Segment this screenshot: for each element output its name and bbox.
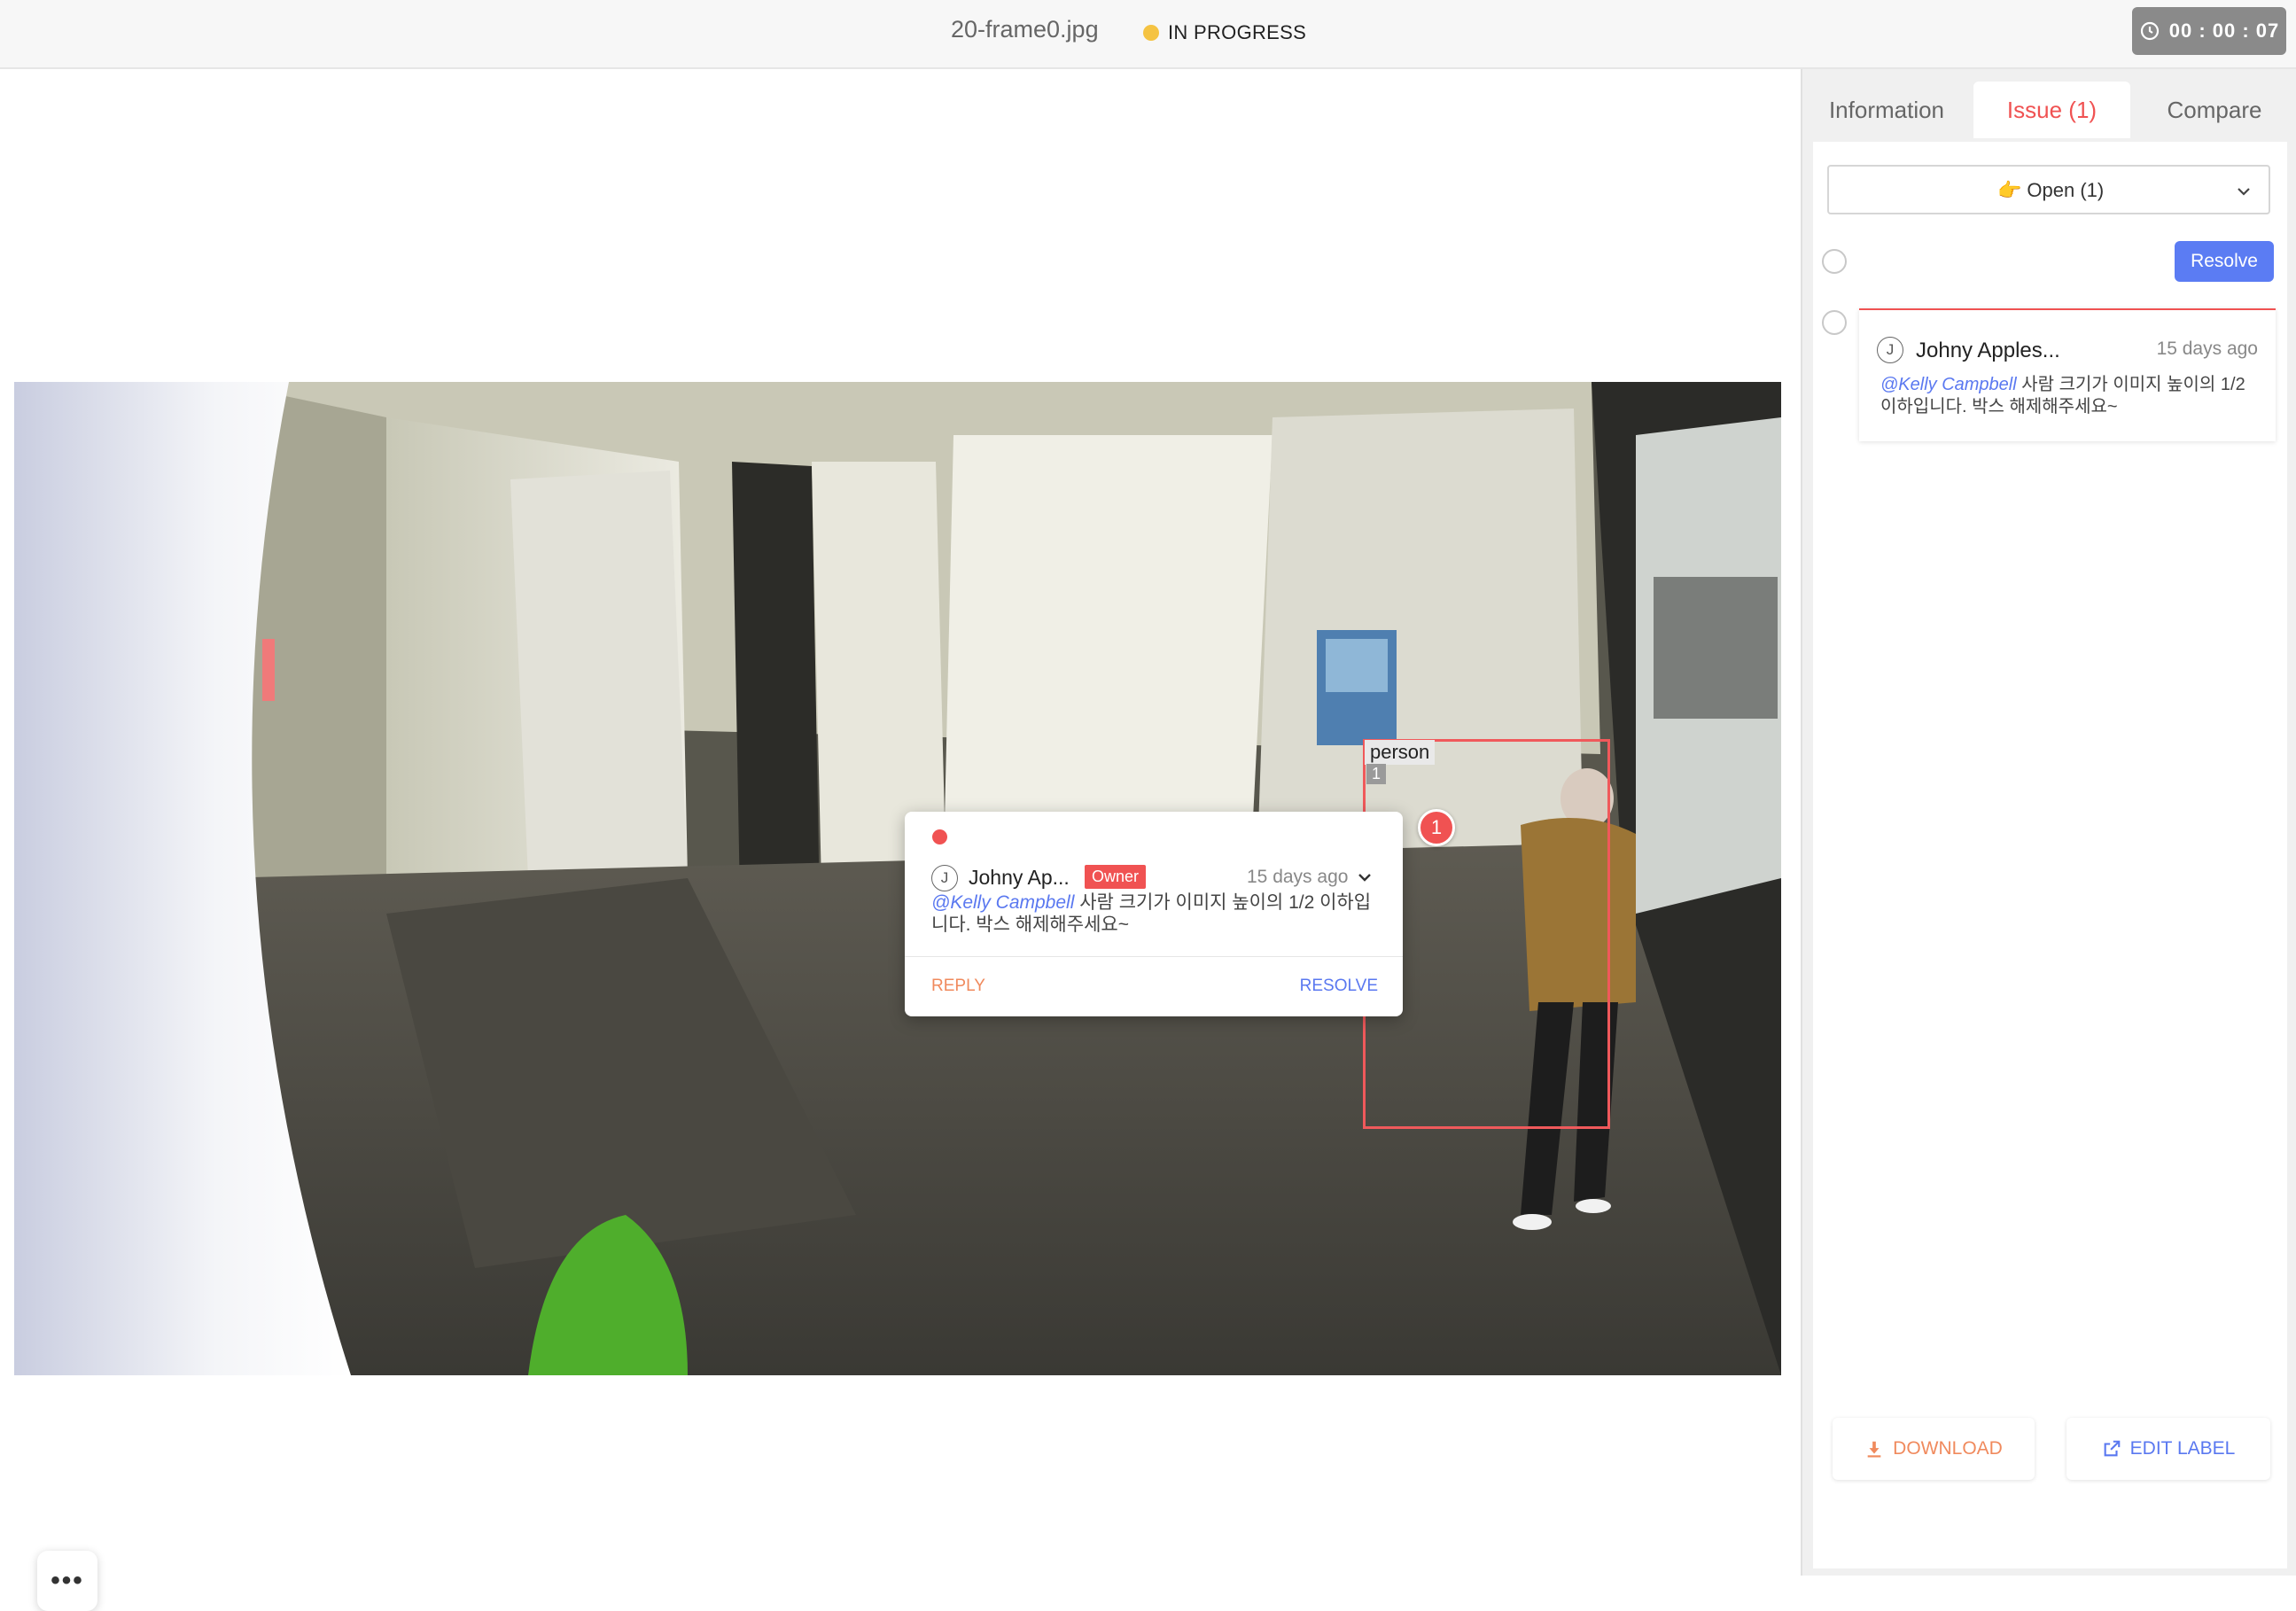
issue-panel: 👉 Open (1) Resolve J Johny Apples... 15 … (1813, 142, 2287, 1568)
mention-link[interactable]: @Kelly Campbell (1880, 375, 2017, 394)
issue-marker[interactable]: 1 (1418, 809, 1455, 846)
download-button[interactable]: DOWNLOAD (1833, 1418, 2035, 1480)
edit-label-button[interactable]: EDIT LABEL (2066, 1418, 2270, 1480)
comment-text: @Kelly Campbell 사람 크기가 이미지 높이의 1/2 이하입니다… (931, 891, 1374, 936)
divider (905, 956, 1403, 957)
chevron-down-icon (2238, 188, 2250, 196)
timer-value: 00 : 00 : 07 (2168, 19, 2280, 42)
status-indicator: IN PROGRESS (1143, 21, 1306, 44)
resolve-button[interactable]: RESOLVE (1300, 977, 1378, 996)
edit-label-text: EDIT LABEL (2129, 1438, 2236, 1459)
side-panel: Information Issue (1) Compare 👉 Open (1)… (1801, 69, 2296, 1576)
owner-badge: Owner (1085, 865, 1147, 889)
filter-label: Open (1) (2027, 179, 2105, 201)
resolve-selected-button[interactable]: Resolve (2175, 241, 2274, 282)
status-dot (1143, 25, 1159, 41)
issue-time: 15 days ago (2156, 339, 2258, 359)
issue-filter-select[interactable]: 👉 Open (1) (1827, 165, 2270, 214)
download-label: DOWNLOAD (1893, 1438, 2003, 1459)
filter-value: 👉 Open (1) (1997, 179, 2104, 202)
avatar: J (931, 865, 958, 891)
bbox-index-label: 1 (1366, 764, 1387, 784)
issue-status-dot (932, 829, 947, 844)
mention-link[interactable]: @Kelly Campbell (931, 892, 1074, 913)
issue-text: @Kelly Campbell 사람 크기가 이미지 높이의 1/2 이하입니다… (1880, 374, 2253, 418)
issue-author: Johny Apples... (1916, 339, 2060, 362)
tab-issue[interactable]: Issue (1) (1973, 82, 2130, 138)
issue-checkbox[interactable] (1822, 310, 1847, 335)
download-icon (1867, 1441, 1881, 1458)
tab-compare[interactable]: Compare (2132, 82, 2296, 138)
status-text: IN PROGRESS (1168, 21, 1307, 43)
avatar: J (1877, 337, 1903, 363)
chevron-down-icon[interactable] (1356, 868, 1374, 886)
reply-button[interactable]: REPLY (931, 977, 985, 996)
select-all-checkbox[interactable] (1822, 249, 1847, 274)
file-name: 20-frame0.jpg (951, 16, 1099, 43)
tab-information[interactable]: Information (1802, 82, 1971, 138)
annotation-canvas[interactable]: person 1 1 J Johny Ap... Owner 15 days a… (0, 71, 1799, 1611)
pointing-hand-icon: 👉 (1997, 179, 2022, 201)
top-bar: 20-frame0.jpg IN PROGRESS 00 : 00 : 07 (0, 0, 2296, 69)
external-link-icon (2104, 1440, 2120, 1457)
issue-card[interactable]: J Johny Apples... 15 days ago @Kelly Cam… (1859, 308, 2276, 441)
clock-icon (2140, 21, 2159, 41)
bbox-class-label: person (1365, 740, 1436, 765)
comment-author: Johny Ap... (969, 866, 1070, 889)
more-options-button[interactable]: ••• (37, 1551, 97, 1611)
comment-time: 15 days ago (1247, 867, 1349, 887)
timer: 00 : 00 : 07 (2132, 7, 2286, 55)
issue-comment-popup: J Johny Ap... Owner 15 days ago @Kelly C… (905, 812, 1403, 1016)
